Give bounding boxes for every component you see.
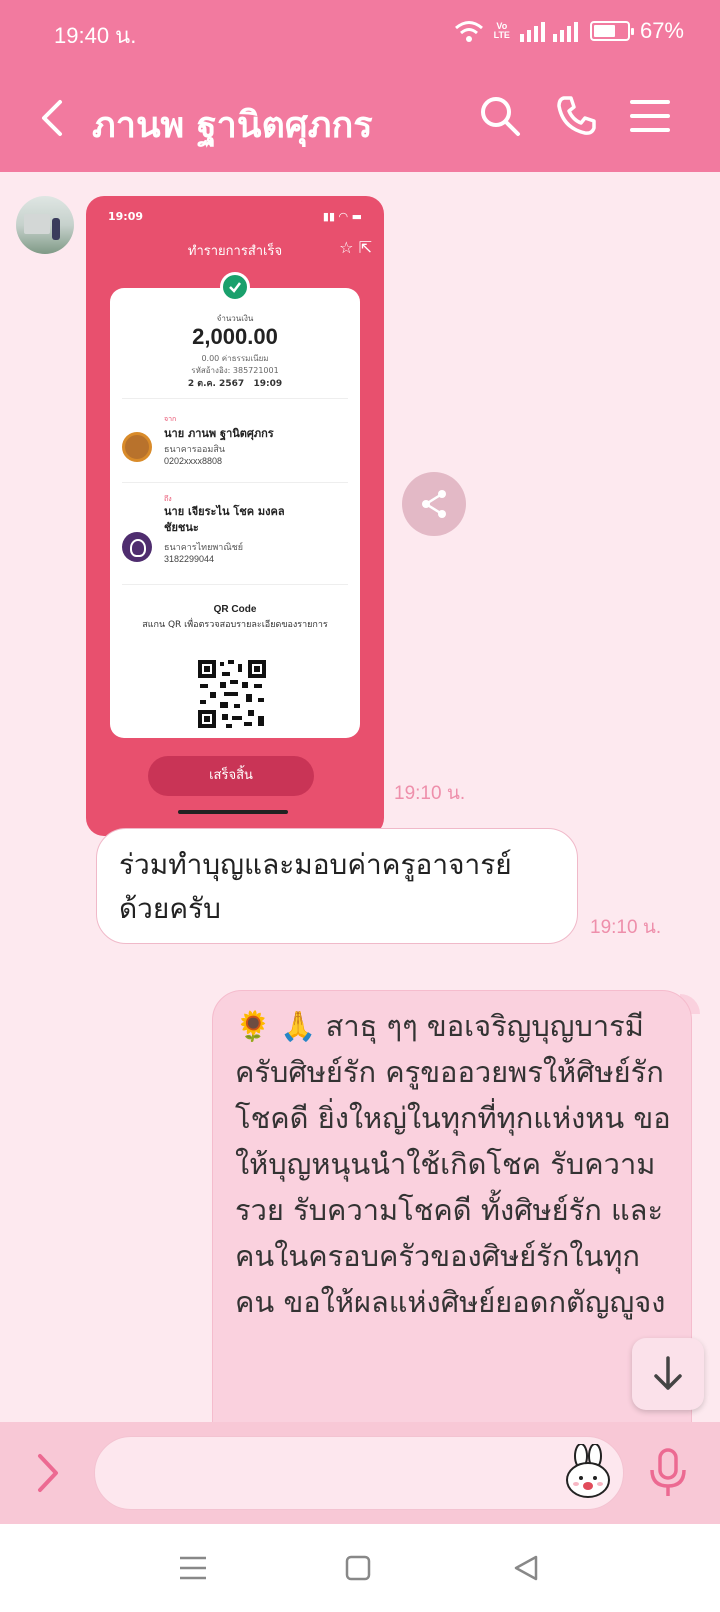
receipt-time-value: 19:09 [253, 379, 283, 389]
sticker-icon[interactable] [564, 1444, 612, 1500]
scroll-down-button[interactable] [632, 1338, 704, 1410]
message-text: 🌻 🙏 สาธุ ๆๆ ขอเจริญบุญบารมีครับศิษย์รัก … [235, 1009, 671, 1319]
incoming-message-bubble[interactable]: ร่วมทำบุญและมอบค่าครูอาจารย์ด้วยครับ [96, 828, 578, 944]
home-icon[interactable] [344, 1554, 372, 1582]
microphone-icon[interactable] [648, 1446, 688, 1500]
receipt-amount: 2,000.00 [192, 324, 278, 349]
gsb-bank-logo [122, 432, 152, 462]
receipt-from-name: นาย ภานพ ฐานิตศุภกร [164, 427, 274, 440]
avatar[interactable] [16, 196, 74, 254]
receipt-qr-desc: สแกน QR เพื่อตรวจสอบรายละเอียดของรายการ [142, 620, 328, 630]
status-icons: Vo LTE 67% [454, 18, 684, 44]
chat-area[interactable]: 19:09 ▮▮ ◠ ▬ ทำรายการสำเร็จ ☆ ⇱ จำนวนเงิ… [0, 172, 720, 1422]
signal-icon [519, 22, 578, 42]
chat-header: ภานพ ฐานิตศุภกร [0, 64, 720, 172]
receipt-status-time: 19:09 [108, 210, 144, 223]
scb-bank-logo [122, 532, 152, 562]
chat-title: ภานพ ฐานิตศุภกร [92, 105, 373, 146]
receipt-qr-title: QR Code [213, 604, 257, 615]
receipt-card: จำนวนเงิน 2,000.00 0.00 ค่าธรรมเนียม รหั… [110, 288, 360, 738]
receipt-date-value: 2 ต.ค. 2567 [187, 379, 245, 389]
phone-icon[interactable] [552, 92, 600, 140]
message-input[interactable] [94, 1436, 624, 1510]
receipt-from-bank: ธนาคารออมสิน [164, 445, 225, 455]
success-check-icon [220, 272, 250, 302]
menu-icon[interactable] [626, 92, 674, 140]
message-time: 19:10 น. [590, 917, 662, 938]
share-button[interactable] [402, 472, 466, 536]
message-text: ร่วมทำบุญและมอบค่าครูอาจารย์ด้วยครับ [119, 848, 512, 925]
receipt-from-account: 0202xxxx8808 [164, 456, 223, 466]
battery-icon [589, 21, 634, 41]
receipt-divider [122, 584, 348, 585]
receipt-divider [122, 482, 348, 483]
receipt-to-account: 3182299044 [164, 554, 215, 564]
arrow-down-icon [654, 1356, 682, 1390]
outgoing-message-bubble[interactable]: 🌻 🙏 สาธุ ๆๆ ขอเจริญบุญบารมีครับศิษย์รัก … [212, 990, 692, 1422]
receipt-home-indicator [178, 810, 288, 814]
receipt-date: 2 ต.ค. 2567 19:09 [110, 376, 360, 390]
receipt-to-bank: ธนาคารไทยพาณิชย์ [164, 543, 244, 553]
receipt-to-name: นาย เจียระไน โชค มงคลชัยชนะ [164, 505, 285, 534]
message-time: 19:10 น. [394, 783, 466, 804]
receipt-favorite-share-icon: ☆ ⇱ [339, 238, 372, 257]
status-bar: 19:40 น. Vo LTE 67% [0, 0, 720, 64]
back-nav-icon[interactable] [512, 1554, 540, 1582]
system-nav-bar [0, 1524, 720, 1612]
input-bar [0, 1422, 720, 1524]
receipt-done-button: เสร็จสิ้น [148, 756, 314, 796]
receipt-divider [122, 398, 348, 399]
battery-percent: 67% [639, 18, 684, 43]
status-time: 19:40 น. [54, 23, 137, 48]
volte-icon: Vo LTE [493, 21, 510, 40]
wifi-icon [454, 21, 483, 42]
share-icon [422, 490, 446, 518]
back-icon[interactable] [30, 94, 78, 142]
receipt-status-signal: ▮▮ ◠ ▬ [322, 210, 362, 223]
expand-chevron-icon[interactable] [30, 1448, 66, 1498]
search-icon[interactable] [476, 92, 524, 140]
recent-apps-icon[interactable] [178, 1554, 208, 1582]
qr-code-icon [196, 658, 268, 730]
receipt-image-message[interactable]: 19:09 ▮▮ ◠ ▬ ทำรายการสำเร็จ ☆ ⇱ จำนวนเงิ… [86, 196, 384, 836]
